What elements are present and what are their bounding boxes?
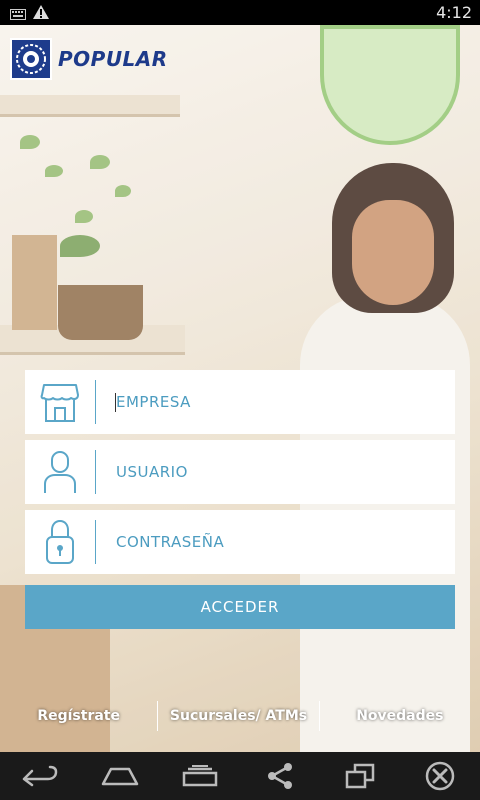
usuario-field[interactable]: [25, 440, 455, 504]
clock: 4:12: [436, 3, 472, 22]
brand-logo: POPULAR: [10, 38, 168, 80]
branches-atms-link[interactable]: Sucursales/ ATMs: [158, 708, 318, 724]
empresa-field[interactable]: [25, 370, 455, 434]
share-icon[interactable]: [256, 756, 304, 796]
back-icon[interactable]: [16, 756, 64, 796]
usuario-input[interactable]: [96, 440, 455, 504]
brand-name: POPULAR: [58, 47, 168, 71]
acceder-button[interactable]: ACCEDER: [25, 585, 455, 629]
register-link[interactable]: Regístrate: [0, 708, 157, 724]
password-field[interactable]: [25, 510, 455, 574]
text-cursor: [115, 393, 116, 412]
window-icon[interactable]: [336, 756, 384, 796]
home-icon[interactable]: [96, 756, 144, 796]
lock-icon: [25, 510, 95, 574]
news-link[interactable]: Novedades: [320, 708, 480, 724]
footer-links: Regístrate Sucursales/ ATMs Novedades: [0, 700, 480, 732]
password-input[interactable]: [96, 510, 455, 574]
keyboard-icon: [10, 7, 26, 25]
user-icon: [25, 440, 95, 504]
store-icon: [25, 370, 95, 434]
popular-logo-icon: [10, 38, 52, 80]
navigation-bar: [0, 752, 480, 800]
warning-icon: [32, 4, 50, 25]
recent-apps-icon[interactable]: [176, 756, 224, 796]
close-icon[interactable]: [416, 756, 464, 796]
empresa-input[interactable]: [96, 370, 455, 434]
status-bar: 4:12: [0, 0, 480, 25]
